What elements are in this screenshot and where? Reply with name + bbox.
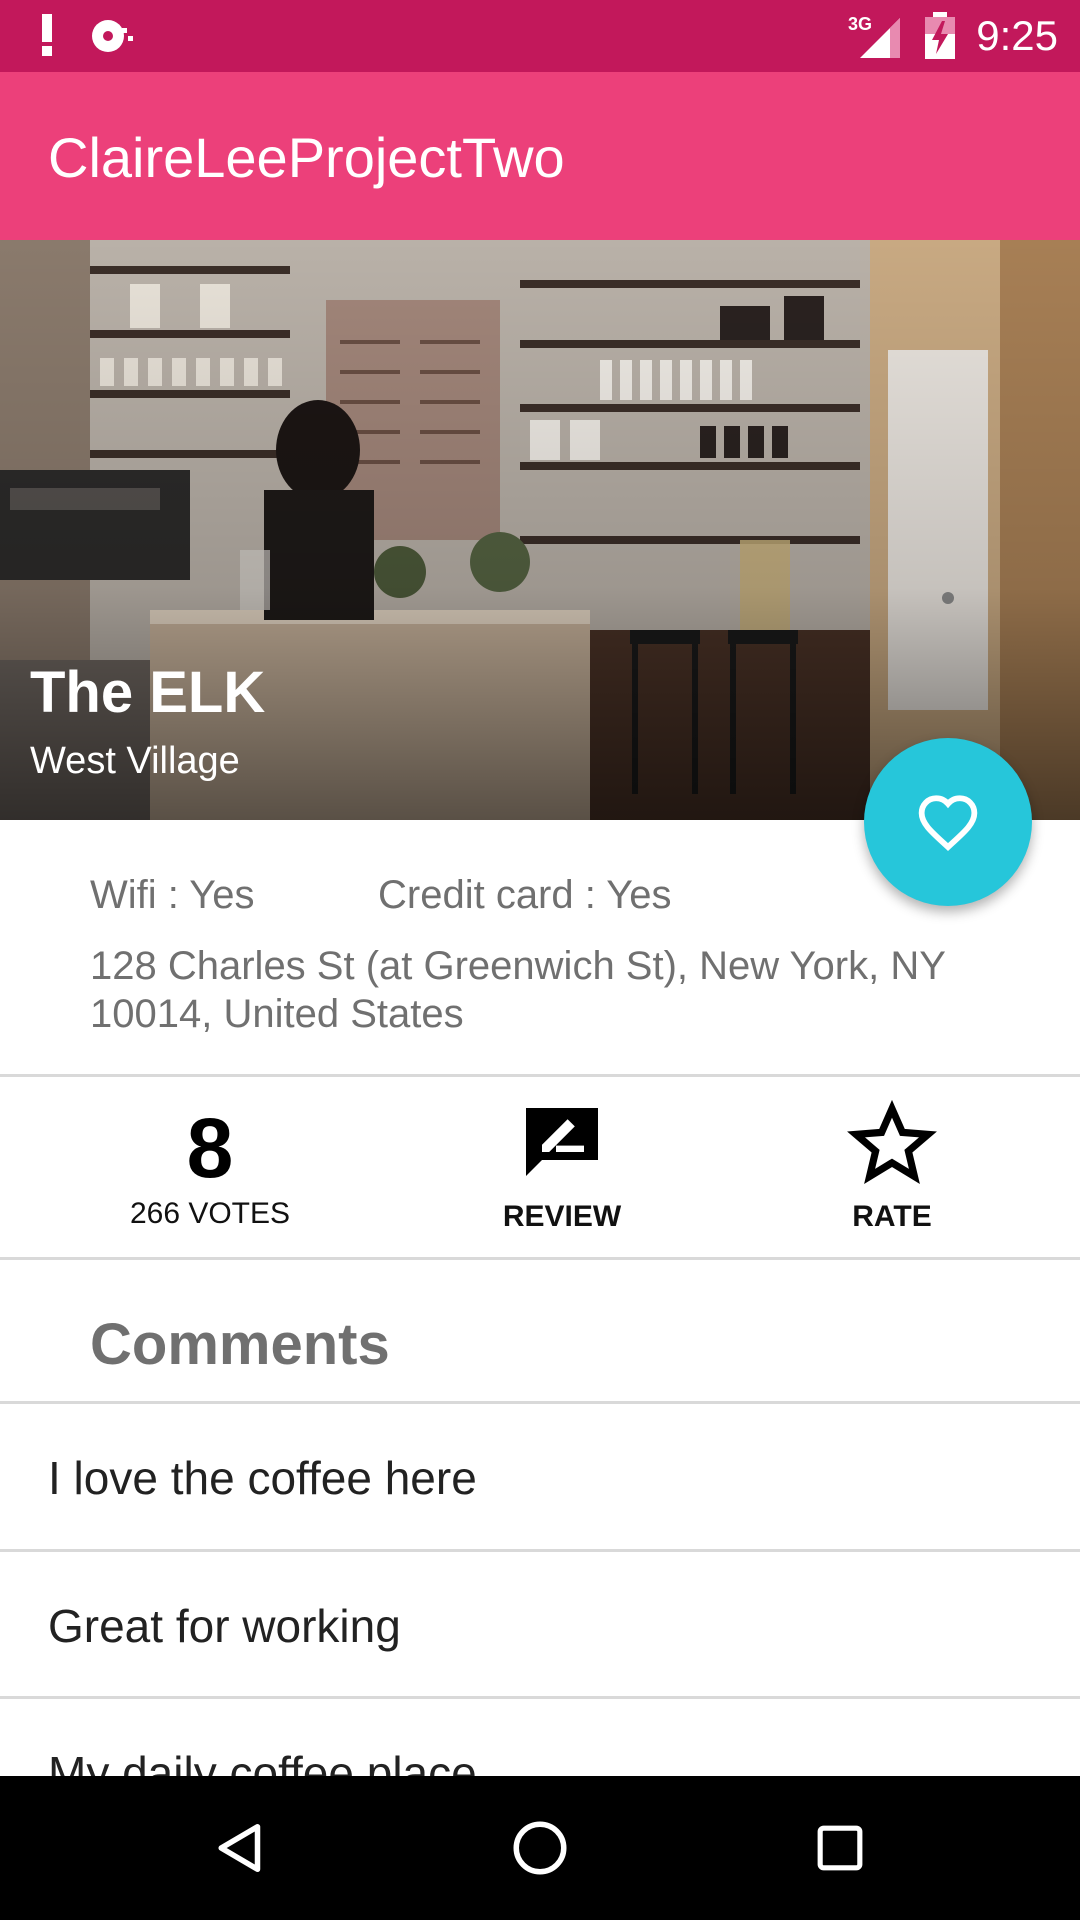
rate-label: RATE (852, 1200, 932, 1233)
favorite-button[interactable] (864, 738, 1032, 906)
heart-icon (918, 795, 978, 851)
home-button[interactable] (498, 1806, 582, 1890)
svg-text:3G: 3G (848, 14, 872, 34)
votes-count: 266 VOTES (129, 1197, 291, 1230)
comments-header: Comments (90, 1312, 390, 1377)
rate-review-icon (526, 1108, 598, 1176)
signal-icon: 3G (848, 14, 901, 58)
hero-image: The ELK West Village (0, 240, 1080, 820)
cafe-name: The ELK (30, 660, 266, 725)
comment-text: I love the coffee here (48, 1452, 477, 1504)
actions-row: 8 266 VOTES REVIEW RATE (0, 1076, 1080, 1258)
review-button[interactable]: REVIEW (412, 1076, 712, 1258)
wifi-info: Wifi : Yes (90, 873, 255, 917)
list-item[interactable]: Great for working (0, 1552, 1080, 1697)
credit-card-info: Credit card : Yes (378, 873, 672, 917)
divider (0, 1257, 1080, 1260)
status-time: 9:25 (976, 12, 1058, 59)
alert-icon (42, 14, 52, 56)
app-title: ClaireLeeProjectTwo (48, 126, 565, 189)
amenities-row: Wifi : Yes Credit card : Yes (90, 870, 672, 920)
score-block: 8 266 VOTES (60, 1076, 360, 1258)
review-label: REVIEW (502, 1200, 622, 1233)
recents-square-icon (817, 1825, 863, 1871)
score-value: 8 (186, 1101, 234, 1195)
cafe-photo (0, 240, 1080, 820)
battery-charging-icon (925, 12, 956, 59)
home-circle-icon (513, 1821, 567, 1875)
comment-text: Great for working (48, 1600, 401, 1652)
cafe-address: 128 Charles St (at Greenwich St), New Yo… (90, 944, 946, 1036)
sync-icon (92, 20, 133, 52)
app-bar: ClaireLeeProjectTwo (0, 72, 1080, 240)
rate-button[interactable]: RATE (742, 1076, 1042, 1258)
status-bar: 3G 9:25 (0, 0, 1080, 72)
list-item[interactable]: I love the coffee here (0, 1404, 1080, 1549)
cafe-neighborhood: West Village (30, 740, 240, 782)
recents-button[interactable] (798, 1806, 882, 1890)
navigation-bar (0, 1776, 1080, 1920)
star-outline-icon (847, 1099, 937, 1184)
back-triangle-icon (218, 1824, 261, 1872)
back-button[interactable] (198, 1806, 282, 1890)
